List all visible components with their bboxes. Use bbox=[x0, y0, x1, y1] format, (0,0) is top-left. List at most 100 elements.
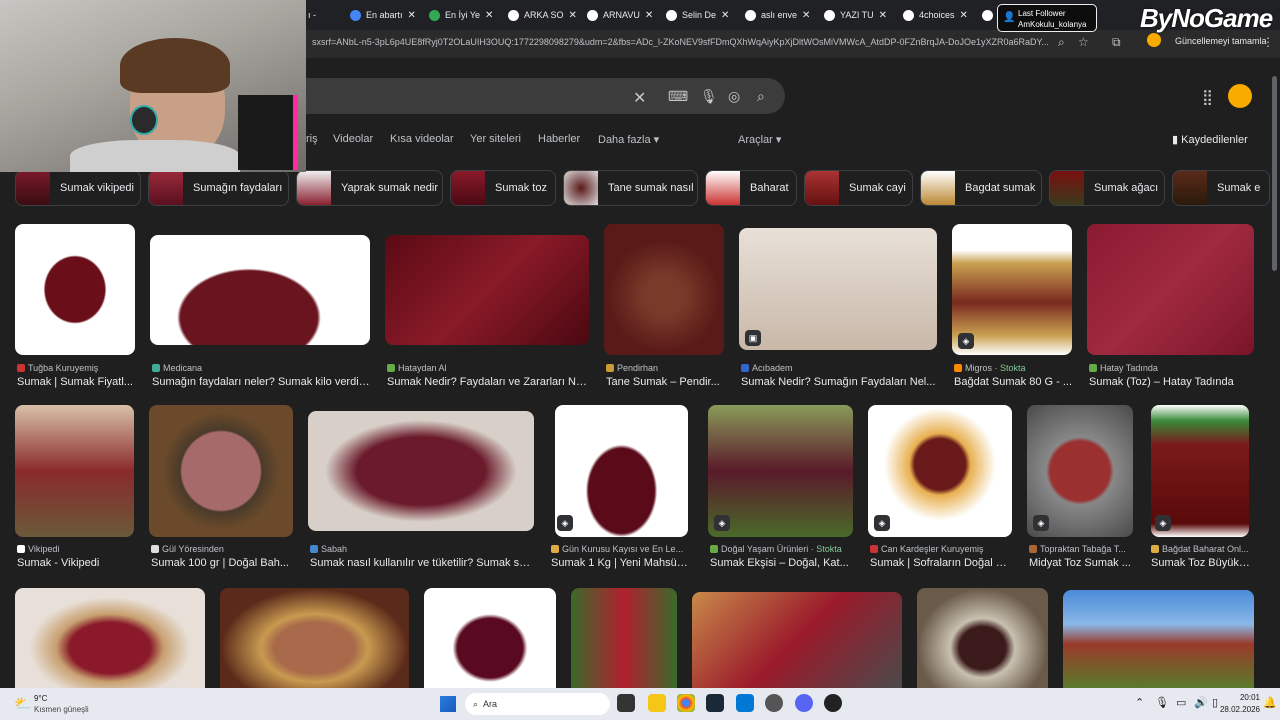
page-scrollbar[interactable] bbox=[1270, 58, 1280, 688]
result-title[interactable]: Sumak nasıl kullanılır ve tüketilir? Sum… bbox=[310, 557, 534, 569]
result-image[interactable] bbox=[917, 588, 1048, 688]
result-image[interactable] bbox=[604, 224, 724, 355]
browser-tab[interactable]: ARNAVU ✕ bbox=[587, 4, 657, 26]
result-title[interactable]: Sumak Ekşisi – Doğal, Kat... bbox=[710, 557, 853, 569]
search-icon[interactable]: ⌕ bbox=[757, 88, 765, 105]
result-source[interactable]: Hataydan Al bbox=[387, 363, 589, 373]
result-source[interactable]: Pendirhan bbox=[606, 363, 726, 373]
result-source[interactable]: Doğal Yaşam Ürünleri · Stokta bbox=[710, 544, 853, 554]
mic-icon[interactable]: 🎙 bbox=[700, 88, 718, 105]
close-tab-icon[interactable]: ✕ bbox=[569, 10, 577, 21]
account-avatar[interactable] bbox=[1228, 84, 1252, 108]
result-image[interactable] bbox=[571, 588, 677, 688]
weather-temp[interactable]: 9°C bbox=[34, 694, 47, 703]
chip[interactable]: Bagdat sumak bbox=[920, 170, 1042, 206]
result-image[interactable]: ◈ bbox=[1151, 405, 1249, 537]
result-title[interactable]: Sumak (Toz) – Hatay Tadında bbox=[1089, 376, 1254, 388]
browser-tab[interactable]: En abartı ✕ bbox=[350, 4, 420, 26]
result-title[interactable]: Bağdat Sumak 80 G - ... bbox=[954, 376, 1072, 388]
chip[interactable]: Sumak vikipedi bbox=[15, 170, 141, 206]
result-title[interactable]: Sumak 1 Kg | Yeni Mahsül ... bbox=[551, 557, 688, 569]
result-image[interactable]: ◈ bbox=[868, 405, 1012, 537]
result-title[interactable]: Sumak Nedir? Sumağın Faydaları Nel... bbox=[741, 376, 937, 388]
url-field[interactable]: sxsrf=ANbL-n5-3pL6p4UE8fRyj0T2OLaUIH3OUQ… bbox=[312, 37, 1050, 47]
result-image[interactable] bbox=[308, 411, 534, 531]
steam-icon[interactable] bbox=[706, 694, 724, 712]
settings-icon[interactable] bbox=[765, 694, 783, 712]
store-icon[interactable] bbox=[736, 694, 754, 712]
taskbar-search[interactable]: ⌕ Ara bbox=[465, 693, 610, 715]
discord-icon[interactable] bbox=[795, 694, 813, 712]
result-source[interactable]: Tuğba Kuruyemiş bbox=[17, 363, 142, 373]
bookmark-star-icon[interactable]: ☆ bbox=[1078, 35, 1089, 49]
apps-grid-icon[interactable]: ⣿ bbox=[1202, 88, 1213, 106]
chip[interactable]: Tane sumak nasıl bbox=[563, 170, 698, 206]
chip[interactable]: Yaprak sumak nedir bbox=[296, 170, 443, 206]
close-tab-icon[interactable]: ✕ bbox=[645, 10, 653, 21]
close-tab-icon[interactable]: ✕ bbox=[802, 10, 810, 21]
close-tab-icon[interactable]: ✕ bbox=[485, 10, 493, 21]
result-image[interactable]: ◈ bbox=[952, 224, 1072, 355]
result-image[interactable]: ◈ bbox=[1027, 405, 1133, 537]
extensions-icon[interactable]: ⧉ bbox=[1112, 35, 1121, 50]
browser-tab[interactable]: 4choices ✕ bbox=[903, 4, 973, 26]
chrome-icon[interactable] bbox=[677, 694, 695, 712]
browser-tab[interactable]: Selin De ✕ bbox=[666, 4, 736, 26]
result-image[interactable] bbox=[385, 235, 589, 345]
result-image[interactable] bbox=[15, 224, 135, 355]
keyboard-icon[interactable]: ⌨ bbox=[668, 88, 688, 105]
result-source[interactable]: Vikipedi bbox=[17, 544, 134, 554]
task-view-icon[interactable] bbox=[617, 694, 635, 712]
result-title[interactable]: Tane Sumak – Pendir... bbox=[606, 376, 726, 388]
clock-time[interactable]: 20:01 bbox=[1222, 693, 1260, 702]
result-image[interactable] bbox=[424, 588, 556, 688]
network-icon[interactable]: ▭ bbox=[1176, 696, 1186, 709]
zoom-icon[interactable]: ⌕ bbox=[1058, 35, 1065, 50]
update-button[interactable]: Güncellemeyi tamamla bbox=[1175, 36, 1267, 46]
chip[interactable]: Sumak e bbox=[1172, 170, 1270, 206]
result-source[interactable]: Topraktan Tabağa T... bbox=[1029, 544, 1133, 554]
result-title[interactable]: Sumak Nedir? Faydaları ve Zararları Ne..… bbox=[387, 376, 589, 388]
result-title[interactable]: Sumak 100 gr | Doğal Bah... bbox=[151, 557, 293, 569]
close-tab-icon[interactable]: ✕ bbox=[879, 10, 887, 21]
browser-tab[interactable]: ARKA SO ✕ bbox=[508, 4, 578, 26]
result-title[interactable]: Sumağın faydaları neler? Sumak kilo verd… bbox=[152, 376, 370, 388]
result-title[interactable]: Midyat Toz Sumak ... bbox=[1029, 557, 1133, 569]
result-image[interactable] bbox=[220, 588, 409, 688]
tab-short-videos[interactable]: Kısa videolar bbox=[390, 133, 454, 145]
tab-more[interactable]: Daha fazla ▾ bbox=[598, 133, 659, 146]
browser-tab[interactable]: YAZI TU ✕ bbox=[824, 4, 894, 26]
clock-date[interactable]: 28.02.2026 bbox=[1208, 705, 1260, 714]
browser-tab[interactable]: aslı enve ✕ bbox=[745, 4, 815, 26]
result-source[interactable]: Sabah bbox=[310, 544, 534, 554]
result-image[interactable] bbox=[1063, 590, 1254, 688]
browser-tab-partial[interactable]: ı - bbox=[308, 4, 322, 26]
chip[interactable]: Sumak ağacı bbox=[1049, 170, 1165, 206]
result-source[interactable]: Bağdat Baharat Onl... bbox=[1151, 544, 1251, 554]
weather-desc[interactable]: Kısmen güneşli bbox=[34, 705, 89, 714]
file-explorer-icon[interactable] bbox=[648, 694, 666, 712]
scrollbar-thumb[interactable] bbox=[1272, 76, 1277, 271]
result-image[interactable]: ▣ bbox=[739, 228, 937, 350]
tab-places[interactable]: Yer siteleri bbox=[470, 133, 521, 145]
result-title[interactable]: Sumak - Vikipedi bbox=[17, 557, 134, 569]
tab-partial[interactable]: riş bbox=[306, 133, 318, 145]
result-image[interactable] bbox=[150, 235, 370, 345]
result-image[interactable] bbox=[15, 405, 134, 537]
close-tab-icon[interactable]: ✕ bbox=[408, 10, 416, 21]
result-source[interactable]: Gün Kurusu Kayısı ve En Le... bbox=[551, 544, 688, 554]
tools-button[interactable]: Araçlar ▾ bbox=[738, 133, 781, 146]
result-title[interactable]: Sumak Toz Büyük ... bbox=[1151, 557, 1251, 569]
notification-icon[interactable]: 🔔 bbox=[1263, 696, 1277, 709]
clear-icon[interactable]: ✕ bbox=[633, 88, 646, 108]
result-image[interactable] bbox=[1087, 224, 1254, 355]
mic-icon[interactable]: 🎙 bbox=[1155, 696, 1169, 709]
result-source[interactable]: Medicana bbox=[152, 363, 370, 373]
browser-tab[interactable]: En İyi Ye ✕ bbox=[429, 4, 499, 26]
tray-chevron-icon[interactable]: ⌃ bbox=[1135, 696, 1144, 709]
volume-icon[interactable]: 🔊 bbox=[1194, 696, 1208, 709]
start-icon[interactable] bbox=[440, 696, 456, 712]
result-image[interactable] bbox=[15, 588, 205, 688]
close-tab-icon[interactable]: ✕ bbox=[960, 10, 968, 21]
chip[interactable]: Sumak toz bbox=[450, 170, 556, 206]
